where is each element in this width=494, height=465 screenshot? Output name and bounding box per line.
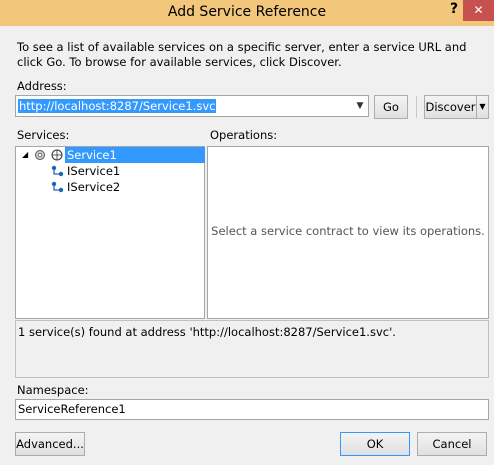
close-button[interactable]: ✕ [463,0,494,21]
tree-item-iservice1[interactable]: IService1 [67,163,120,179]
cancel-button[interactable]: Cancel [417,432,487,456]
status-text: 1 service(s) found at address 'http://lo… [18,325,396,339]
status-box: 1 service(s) found at address 'http://lo… [15,320,489,378]
address-input[interactable]: http://localhost:8287/Service1.svc [18,99,217,113]
gear-icon [35,150,45,160]
contract-icon [51,181,64,193]
help-button[interactable]: ? [446,0,462,22]
address-label: Address: [17,79,67,93]
tree-item-label: IService1 [67,164,121,178]
operations-panel[interactable]: Select a service contract to view its op… [207,146,489,319]
advanced-button[interactable]: Advanced... [15,432,85,456]
service-globe-icon [51,149,63,161]
ok-button[interactable]: OK [340,432,410,456]
address-combobox[interactable]: http://localhost:8287/Service1.svc ▼ [15,95,369,117]
chevron-down-icon[interactable]: ▼ [354,99,366,113]
dialog-body: To see a list of available services on a… [0,26,494,465]
namespace-input[interactable]: ServiceReference1 [15,399,489,420]
tree-item-service1[interactable]: Service1 [65,147,205,163]
services-tree[interactable]: ◢ Service1 IService1 IService2 [15,146,205,319]
window-title: Add Service Reference [167,4,327,20]
contract-icon [51,165,64,177]
discover-button[interactable]: Discover [424,95,476,119]
tree-item-label: Service1 [67,148,117,162]
operations-placeholder: Select a service contract to view its op… [211,224,485,238]
discover-dropdown-button[interactable]: ▼ [476,95,489,119]
operations-label: Operations: [210,128,278,142]
namespace-label: Namespace: [17,383,89,397]
tree-item-iservice2[interactable]: IService2 [67,179,120,195]
namespace-value: ServiceReference1 [18,402,126,416]
instructions-text: To see a list of available services on a… [17,40,467,69]
tree-expander-icon[interactable]: ◢ [22,150,28,160]
services-label: Services: [17,128,70,142]
tree-item-label: IService2 [67,180,121,194]
toolbar-separator [416,96,417,118]
title-bar: Add Service Reference ? ✕ [0,0,494,26]
go-button[interactable]: Go [374,95,408,119]
